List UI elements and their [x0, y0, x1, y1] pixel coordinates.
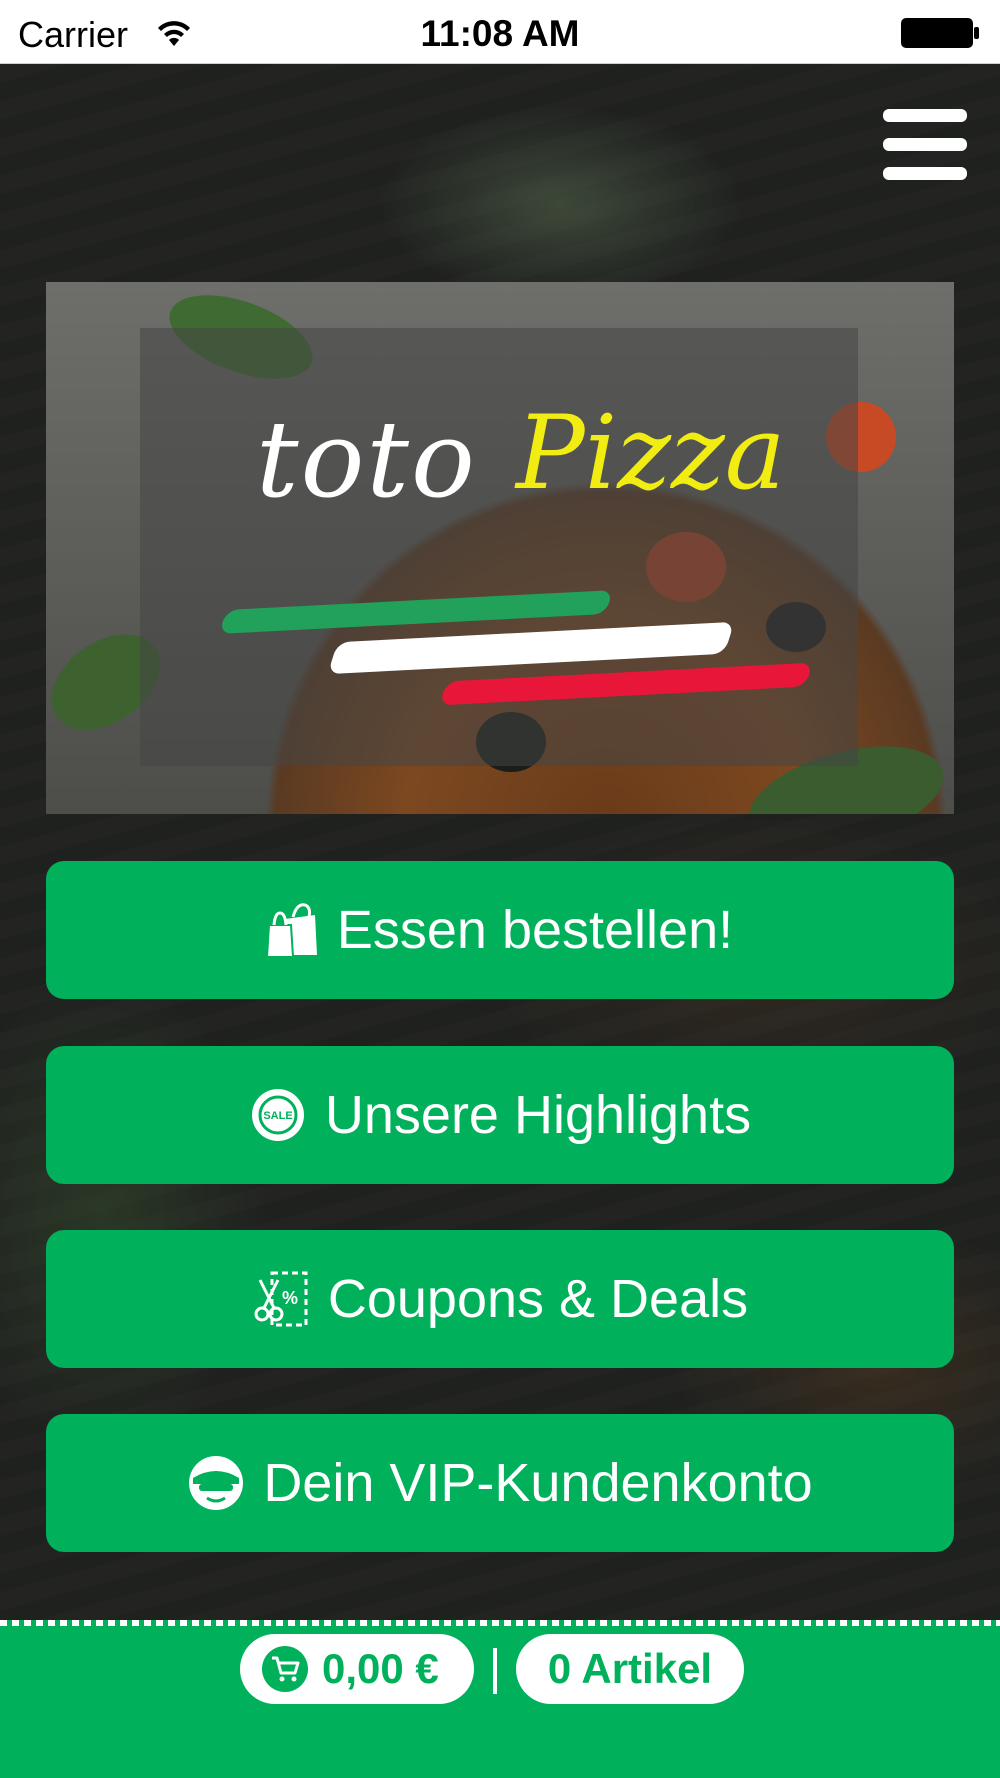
vip-account-button[interactable]: Dein VIP-Kundenkonto: [46, 1414, 954, 1552]
dashed-divider: [0, 1620, 1000, 1626]
status-bar: Carrier 11:08 AM: [0, 0, 1000, 64]
cart-items-count: 0 Artikel: [547, 1645, 713, 1692]
svg-text:%: %: [282, 1288, 298, 1308]
highlights-button[interactable]: SALE Unsere Highlights: [46, 1046, 954, 1184]
cart-items-button[interactable]: 0 Artikel: [516, 1634, 744, 1704]
coupons-label: Coupons & Deals: [327, 1269, 749, 1329]
order-food-label: Essen bestellen!: [336, 900, 734, 960]
cart-total-value: 0,00 €: [322, 1645, 439, 1692]
svg-text:SALE: SALE: [263, 1110, 292, 1122]
coupon-scissors-icon: %: [252, 1270, 310, 1328]
vip-user-icon: [187, 1454, 245, 1512]
order-food-button[interactable]: Essen bestellen!: [46, 861, 954, 999]
battery-icon: [901, 18, 979, 48]
highlights-label: Unsere Highlights: [324, 1085, 752, 1145]
status-time: 11:08 AM: [420, 13, 580, 54]
hamburger-menu-icon[interactable]: [880, 106, 970, 182]
logo-word-pizza: Pizza: [516, 394, 786, 513]
logo-word-toto: toto: [256, 398, 477, 521]
vip-account-label: Dein VIP-Kundenkonto: [263, 1453, 813, 1513]
shopping-bags-icon: [266, 901, 319, 959]
coupons-button[interactable]: % Coupons & Deals: [46, 1230, 954, 1368]
cart-total-button[interactable]: 0,00 €: [240, 1634, 474, 1704]
cart-separator: [493, 1648, 497, 1694]
sale-badge-icon: SALE: [249, 1086, 307, 1144]
cart-bar: [0, 1620, 1000, 1778]
hero-banner: toto Pizza: [46, 282, 954, 814]
cart-icon: [262, 1646, 308, 1692]
